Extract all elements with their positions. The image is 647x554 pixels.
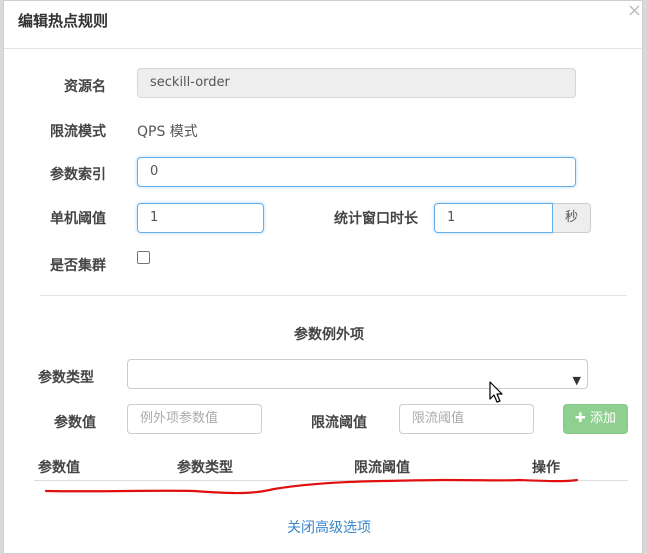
exceptions-title: 参数例外项 — [294, 327, 364, 343]
limit-input[interactable]: 限流阈值 — [399, 404, 534, 434]
threshold-label: 单机阈值 — [50, 211, 106, 227]
mode-label: 限流模式 — [50, 124, 106, 140]
divider — [40, 295, 627, 296]
resource-label: 资源名 — [64, 79, 106, 95]
param-index-label: 参数索引 — [50, 167, 106, 183]
window-input[interactable]: 1 — [434, 203, 553, 233]
chevron-down-icon: ▼ — [572, 374, 581, 387]
resource-name-input[interactable]: seckill-order — [137, 68, 576, 98]
close-icon[interactable]: × — [627, 1, 642, 21]
mouse-cursor-icon — [489, 381, 503, 403]
cluster-label: 是否集群 — [50, 258, 106, 274]
red-annotation-underline — [44, 478, 579, 495]
window-unit-addon: 秒 — [553, 203, 591, 233]
column-header-param-type: 参数类型 — [177, 460, 233, 476]
plus-icon: ✚ — [574, 411, 586, 426]
add-button-label: 添加 — [590, 411, 617, 426]
threshold-input[interactable]: 1 — [137, 203, 264, 233]
column-header-action: 操作 — [532, 460, 560, 476]
mode-value: QPS 模式 — [137, 124, 198, 140]
dialog-header: 编辑热点规则 × — [4, 1, 642, 49]
param-value-label: 参数值 — [54, 415, 96, 431]
param-value-input[interactable]: 例外项参数值 — [127, 404, 262, 434]
edit-hotspot-rule-dialog: 编辑热点规则 × 资源名 seckill-order 限流模式 QPS 模式 参… — [3, 0, 643, 554]
param-type-select[interactable]: ▼ — [127, 359, 588, 389]
dialog-title: 编辑热点规则 — [18, 12, 109, 30]
close-advanced-link[interactable]: 关闭高级选项 — [287, 517, 371, 537]
param-type-label: 参数类型 — [38, 370, 94, 386]
add-button[interactable]: ✚ 添加 — [563, 404, 628, 434]
param-index-input[interactable]: 0 — [137, 157, 576, 187]
column-header-param-value: 参数值 — [38, 460, 80, 476]
cluster-checkbox[interactable] — [137, 251, 150, 264]
limit-label: 限流阈值 — [311, 415, 367, 431]
column-header-limit: 限流阈值 — [354, 460, 410, 476]
window-label: 统计窗口时长 — [334, 211, 418, 227]
